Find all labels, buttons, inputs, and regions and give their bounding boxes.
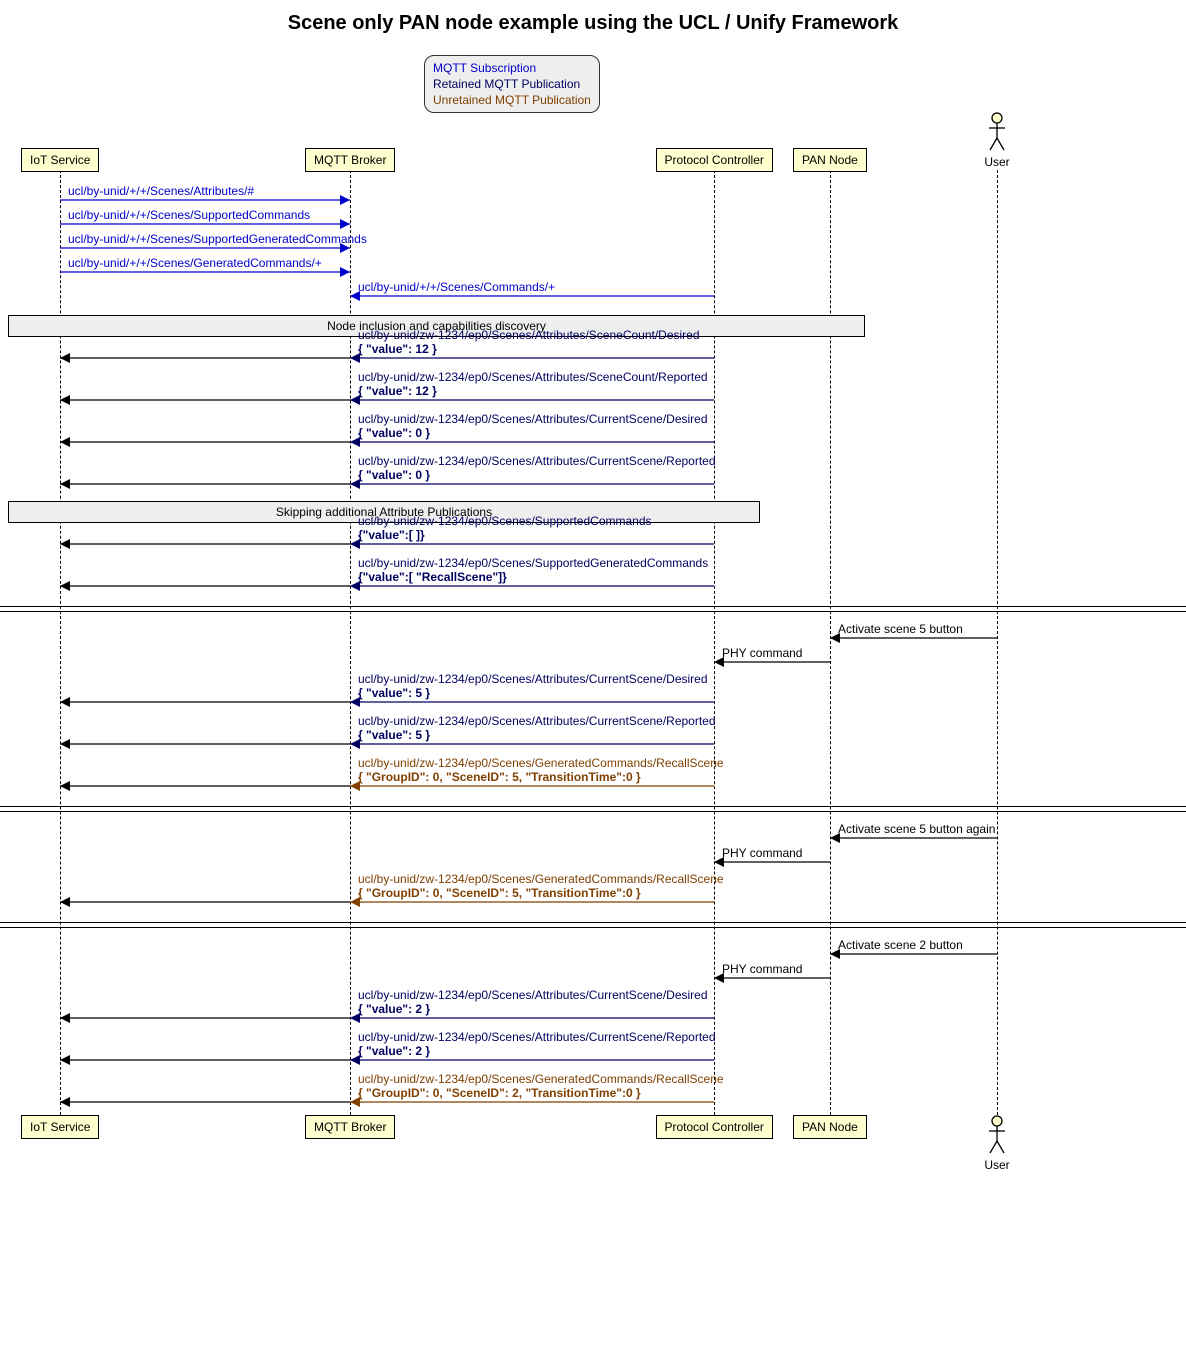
legend-retained: Retained MQTT Publication (433, 76, 591, 92)
message-topic: ucl/by-unid/zw-1234/ep0/Scenes/Generated… (358, 756, 724, 770)
message-topic: ucl/by-unid/zw-1234/ep0/Scenes/Attribute… (358, 412, 708, 426)
message-arrow (60, 580, 350, 592)
message-arrow (60, 538, 350, 550)
message-label: ucl/by-unid/+/+/Scenes/GeneratedCommands… (68, 256, 322, 270)
message-arrow (60, 1012, 350, 1024)
message-payload: { "value": 2 } (358, 1044, 716, 1058)
message-arrow (60, 352, 350, 364)
message-label: ucl/by-unid/zw-1234/ep0/Scenes/Attribute… (358, 988, 708, 1016)
participant-pan: PAN Node (793, 148, 867, 172)
actor-label: User (982, 1158, 1012, 1172)
participant-broker: MQTT Broker (305, 1115, 395, 1139)
message-topic: ucl/by-unid/zw-1234/ep0/Scenes/Attribute… (358, 714, 716, 728)
actor-user: User (982, 112, 1012, 169)
participant-pc: Protocol Controller (656, 1115, 773, 1139)
message-label: ucl/by-unid/+/+/Scenes/Commands/+ (358, 280, 555, 294)
message-topic: ucl/by-unid/zw-1234/ep0/Scenes/Attribute… (358, 672, 708, 686)
message-arrow (60, 1054, 350, 1066)
participant-iot: IoT Service (21, 1115, 99, 1139)
message-label: ucl/by-unid/zw-1234/ep0/Scenes/Attribute… (358, 454, 716, 482)
message-topic: ucl/by-unid/zw-1234/ep0/Scenes/Generated… (358, 1072, 724, 1086)
lifeline-user (997, 170, 998, 1115)
message-topic: ucl/by-unid/zw-1234/ep0/Scenes/Attribute… (358, 1030, 716, 1044)
participant-broker: MQTT Broker (305, 148, 395, 172)
message-payload: { "value": 5 } (358, 686, 708, 700)
separator-line (0, 922, 1186, 928)
message-payload: { "GroupID": 0, "SceneID": 5, "Transitio… (358, 886, 724, 900)
separator-line (0, 606, 1186, 612)
message-payload: { "value": 5 } (358, 728, 716, 742)
message-arrow (60, 696, 350, 708)
legend-box: MQTT Subscription Retained MQTT Publicat… (424, 55, 600, 113)
message-topic: ucl/by-unid/+/+/Scenes/SupportedCommands (68, 208, 310, 222)
message-label: ucl/by-unid/zw-1234/ep0/Scenes/Attribute… (358, 412, 708, 440)
message-label: ucl/by-unid/zw-1234/ep0/Scenes/Attribute… (358, 672, 708, 700)
message-arrow (60, 738, 350, 750)
message-topic: ucl/by-unid/+/+/Scenes/SupportedGenerate… (68, 232, 367, 246)
message-label: ucl/by-unid/zw-1234/ep0/Scenes/Attribute… (358, 714, 716, 742)
message-payload: {"value":[ ]} (358, 528, 652, 542)
message-label: ucl/by-unid/+/+/Scenes/SupportedCommands (68, 208, 310, 222)
message-topic: ucl/by-unid/zw-1234/ep0/Scenes/Attribute… (358, 370, 708, 384)
message-payload: { "value": 0 } (358, 468, 716, 482)
message-arrow (60, 780, 350, 792)
message-payload: { "value": 0 } (358, 426, 708, 440)
message-topic: ucl/by-unid/zw-1234/ep0/Scenes/Generated… (358, 872, 724, 886)
message-arrow (60, 896, 350, 908)
message-label: PHY command (722, 846, 802, 860)
message-payload: { "GroupID": 0, "SceneID": 2, "Transitio… (358, 1086, 724, 1100)
message-payload: { "value": 2 } (358, 1002, 708, 1016)
message-label: ucl/by-unid/zw-1234/ep0/Scenes/Generated… (358, 1072, 724, 1100)
message-label: Activate scene 5 button again (838, 822, 995, 836)
message-label: ucl/by-unid/+/+/Scenes/SupportedGenerate… (68, 232, 367, 246)
message-topic: ucl/by-unid/zw-1234/ep0/Scenes/Supported… (358, 514, 652, 528)
message-topic: ucl/by-unid/+/+/Scenes/Attributes/# (68, 184, 254, 198)
message-topic: ucl/by-unid/zw-1234/ep0/Scenes/Attribute… (358, 454, 716, 468)
participant-pan: PAN Node (793, 1115, 867, 1139)
message-label: ucl/by-unid/zw-1234/ep0/Scenes/Attribute… (358, 1030, 716, 1058)
message-topic: PHY command (722, 962, 802, 976)
message-label: Activate scene 2 button (838, 938, 963, 952)
message-label: ucl/by-unid/+/+/Scenes/Attributes/# (68, 184, 254, 198)
diagram-title: Scene only PAN node example using the UC… (0, 12, 1186, 35)
separator-line (0, 806, 1186, 812)
message-arrow (60, 1096, 350, 1108)
message-label: Activate scene 5 button (838, 622, 963, 636)
message-payload: { "value": 12 } (358, 384, 708, 398)
message-label: ucl/by-unid/zw-1234/ep0/Scenes/Generated… (358, 756, 724, 784)
message-payload: {"value":[ "RecallScene"]} (358, 570, 708, 584)
message-topic: PHY command (722, 846, 802, 860)
message-label: ucl/by-unid/zw-1234/ep0/Scenes/Attribute… (358, 370, 708, 398)
legend-unretained: Unretained MQTT Publication (433, 92, 591, 108)
message-topic: ucl/by-unid/+/+/Scenes/Commands/+ (358, 280, 555, 294)
actor-label: User (982, 155, 1012, 169)
message-label: PHY command (722, 962, 802, 976)
message-topic: ucl/by-unid/zw-1234/ep0/Scenes/Attribute… (358, 988, 708, 1002)
message-label: ucl/by-unid/zw-1234/ep0/Scenes/Supported… (358, 514, 652, 542)
lifeline-iot (60, 170, 61, 1115)
message-payload: { "value": 12 } (358, 342, 700, 356)
message-topic: ucl/by-unid/zw-1234/ep0/Scenes/Supported… (358, 556, 708, 570)
message-topic: Activate scene 2 button (838, 938, 963, 952)
message-topic: Activate scene 5 button (838, 622, 963, 636)
message-topic: ucl/by-unid/+/+/Scenes/GeneratedCommands… (68, 256, 322, 270)
message-label: ucl/by-unid/zw-1234/ep0/Scenes/Generated… (358, 872, 724, 900)
message-label: PHY command (722, 646, 802, 660)
message-payload: { "GroupID": 0, "SceneID": 5, "Transitio… (358, 770, 724, 784)
lifeline-broker (350, 170, 351, 1115)
participant-pc: Protocol Controller (656, 148, 773, 172)
legend-subscription: MQTT Subscription (433, 60, 591, 76)
participant-iot: IoT Service (21, 148, 99, 172)
message-topic: ucl/by-unid/zw-1234/ep0/Scenes/Attribute… (358, 328, 700, 342)
message-arrow (60, 478, 350, 490)
message-topic: Activate scene 5 button again (838, 822, 995, 836)
message-label: ucl/by-unid/zw-1234/ep0/Scenes/Supported… (358, 556, 708, 584)
actor-user: User (982, 1115, 1012, 1172)
message-topic: PHY command (722, 646, 802, 660)
message-arrow (60, 394, 350, 406)
message-label: ucl/by-unid/zw-1234/ep0/Scenes/Attribute… (358, 328, 700, 356)
message-arrow (60, 436, 350, 448)
